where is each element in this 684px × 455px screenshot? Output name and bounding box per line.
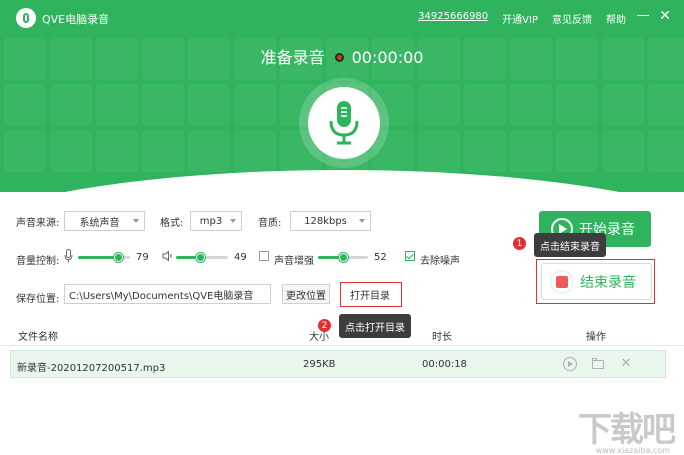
app-logo-icon xyxy=(16,8,36,28)
record-timer: 00:00:00 xyxy=(351,48,424,67)
top-links: 34925666980 开通VIP 意见反馈 帮助 xyxy=(418,11,626,26)
column-header-size: 大小 xyxy=(309,332,329,343)
speaker-volume-value: 49 xyxy=(234,252,247,263)
source-label: 声音来源: xyxy=(16,218,60,229)
close-button[interactable]: ✕ xyxy=(658,9,672,23)
file-size: 295KB xyxy=(303,359,336,370)
mic-volume-value: 79 xyxy=(136,252,149,263)
enhance-handle[interactable] xyxy=(339,253,348,262)
watermark-sub: www.xiazaiba.com xyxy=(595,446,670,455)
chevron-down-icon xyxy=(230,219,236,223)
microphone-icon xyxy=(64,249,73,263)
mic-volume-handle[interactable] xyxy=(114,253,124,262)
save-location-label: 保存位置: xyxy=(16,294,60,305)
watermark-text: 下载吧 xyxy=(578,410,676,450)
mic-volume-fill xyxy=(78,256,120,259)
source-select[interactable]: 系统声音 xyxy=(64,211,145,231)
file-name: 新录音-20201207200517.mp3 xyxy=(17,363,166,374)
title-bar: QVE电脑录音 34925666980 开通VIP 意见反馈 帮助 — ✕ xyxy=(0,0,684,36)
column-header-duration: 时长 xyxy=(432,332,452,343)
delete-icon[interactable]: ✕ xyxy=(619,357,633,371)
mic-volume-slider[interactable] xyxy=(78,253,130,262)
speaker-icon xyxy=(162,250,172,262)
record-status: 准备录音 00:00:00 xyxy=(0,44,684,68)
chevron-down-icon xyxy=(133,219,139,223)
status-label: 准备录音 xyxy=(260,48,325,67)
step-badge-1: 1 xyxy=(512,236,527,251)
change-location-button[interactable]: 更改位置 xyxy=(282,284,330,304)
feedback-link[interactable]: 意见反馈 xyxy=(552,11,592,26)
microphone-button[interactable] xyxy=(299,78,389,168)
phone-link[interactable]: 34925666980 xyxy=(418,11,488,26)
table-row[interactable]: 新录音-20201207200517.mp3 295KB 00:00:18 ✕ xyxy=(10,350,666,378)
watermark-logo: 下载吧 www.xiazaiba.com xyxy=(578,402,676,455)
speaker-volume-slider[interactable] xyxy=(176,253,228,262)
stop-icon xyxy=(550,269,574,294)
table-header: 文件名称 大小 时长 操作 xyxy=(0,322,684,346)
help-link[interactable]: 帮助 xyxy=(606,11,626,26)
column-header-ops: 操作 xyxy=(586,332,606,343)
microphone-icon xyxy=(308,87,380,159)
open-folder-button[interactable]: 打开目录 xyxy=(344,284,396,304)
format-label: 格式: xyxy=(160,218,184,229)
denoise-label: 去除噪声 xyxy=(420,256,460,267)
format-value: mp3 xyxy=(199,215,223,227)
tooltip-stop-record: 点击结束录音 xyxy=(534,233,606,257)
chevron-down-icon xyxy=(359,219,365,223)
header-banner: QVE电脑录音 34925666980 开通VIP 意见反馈 帮助 — ✕ 准备… xyxy=(0,0,684,192)
speaker-volume-handle[interactable] xyxy=(196,253,206,262)
app-title: QVE电脑录音 xyxy=(42,13,110,26)
enhance-label: 声音增强 xyxy=(274,256,314,267)
folder-icon[interactable] xyxy=(591,357,605,371)
source-value: 系统声音 xyxy=(79,217,120,229)
enhance-checkbox[interactable] xyxy=(259,251,269,261)
column-header-name: 文件名称 xyxy=(18,332,58,343)
vip-link[interactable]: 开通VIP xyxy=(502,11,538,26)
stop-record-label: 结束录音 xyxy=(580,274,636,291)
enhance-slider[interactable] xyxy=(318,253,368,262)
play-icon[interactable] xyxy=(563,357,577,371)
denoise-checkbox[interactable] xyxy=(405,251,415,261)
quality-value: 128kbps xyxy=(304,215,347,227)
record-dot-icon xyxy=(334,53,344,62)
volume-label: 音量控制: xyxy=(16,256,60,267)
quality-select[interactable]: 128kbps xyxy=(290,211,371,231)
quality-label: 音质: xyxy=(258,218,282,229)
enhance-value: 52 xyxy=(374,252,387,263)
file-duration: 00:00:18 xyxy=(422,359,467,370)
format-select[interactable]: mp3 xyxy=(190,211,242,231)
save-path-field[interactable]: C:\Users\My\Documents\QVE电脑录音 xyxy=(64,284,271,304)
stop-record-button[interactable]: 结束录音 xyxy=(541,263,652,300)
minimize-button[interactable]: — xyxy=(636,9,650,23)
